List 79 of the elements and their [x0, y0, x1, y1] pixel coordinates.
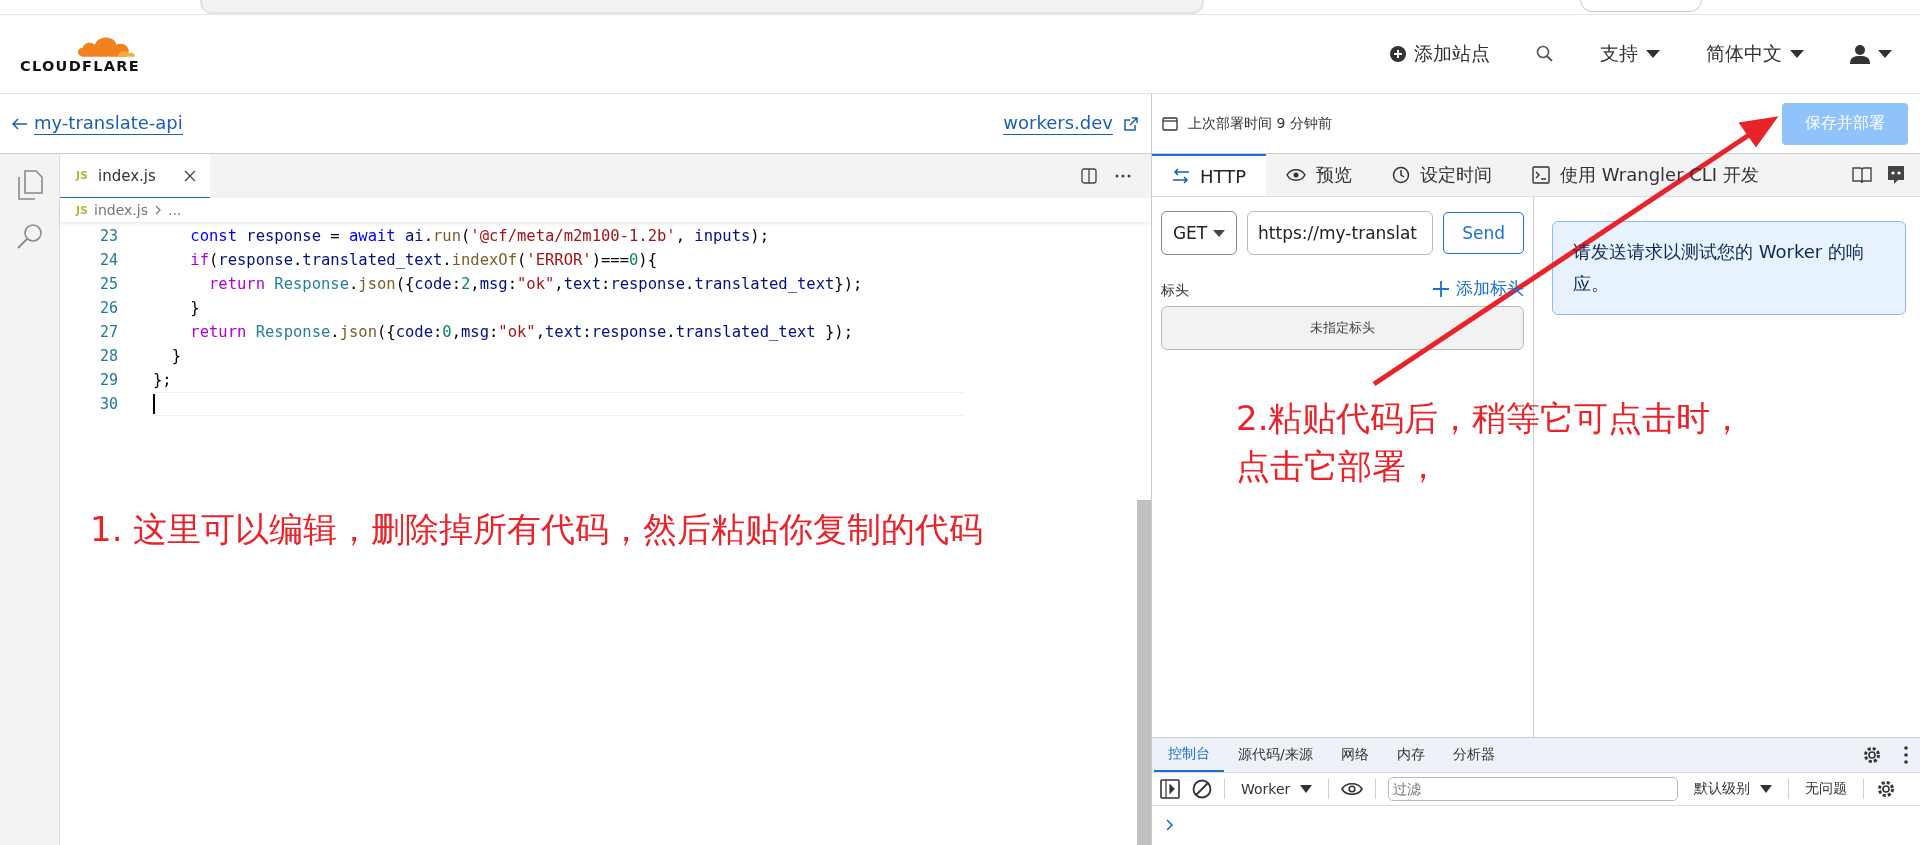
line-number: 26 [98, 299, 118, 317]
eye-icon [1286, 168, 1307, 182]
caret-icon [1790, 50, 1804, 58]
terminal-icon [1532, 166, 1551, 184]
code-line: }; [153, 370, 173, 391]
caret-icon [1300, 785, 1313, 793]
code-line: } [189, 298, 201, 319]
caret-icon [1760, 785, 1773, 793]
tester-tab[interactable]: HTTP [1152, 154, 1267, 196]
close-icon[interactable] [183, 169, 196, 182]
deploy-time: 上次部署时间 9 分钟前 [1162, 114, 1332, 133]
prompt-chevron-icon [1166, 819, 1174, 831]
devtools-tab[interactable]: 内存 [1382, 738, 1439, 772]
arrow-left-icon [12, 117, 28, 130]
annotation-text: 1. 这里可以编辑，删除掉所有代码，然后粘贴你复制的代码 [90, 508, 984, 551]
split-editor-icon[interactable] [1081, 168, 1097, 184]
devtools-tab[interactable]: 源代码/来源 [1224, 738, 1327, 772]
code-line: } [170, 346, 182, 367]
logo-text: CLOUDFLARE [20, 58, 140, 74]
back-link[interactable]: my-translate-api [12, 112, 183, 135]
more-icon[interactable] [1115, 174, 1131, 178]
line-number: 29 [98, 371, 118, 389]
add-site-button[interactable]: 添加站点 [1390, 41, 1490, 67]
clear-console-icon[interactable] [1192, 779, 1212, 799]
line-number: 24 [98, 251, 118, 269]
method-dropdown[interactable]: GET [1161, 211, 1238, 255]
tester-tab[interactable]: 设定时间 [1372, 154, 1513, 196]
menu-dropdown[interactable]: 简体中文 [1706, 41, 1804, 67]
file-tab[interactable]: JS index.js [60, 154, 210, 198]
swap-arrows-icon [1172, 168, 1190, 184]
account-menu[interactable] [1850, 44, 1892, 64]
settings-icon[interactable] [1862, 745, 1882, 765]
annotation-text: 2.粘贴代码后，稍等它可点击时， 点击它部署， [1236, 397, 1745, 488]
line-number: 28 [98, 347, 118, 365]
external-link-icon [1123, 115, 1139, 132]
clock-icon [1392, 166, 1411, 184]
tester-tab[interactable]: 使用 Wrangler CLI 开发 [1512, 154, 1779, 196]
devtools-tab[interactable]: 控制台 [1154, 738, 1224, 772]
menu-dropdown[interactable]: 支持 [1600, 41, 1660, 67]
chat-icon[interactable] [1886, 165, 1906, 185]
workers-dev-link[interactable]: workers.dev [1003, 112, 1139, 135]
code-line: if(response.translated_text.indexOf('ERROR')===0){ [189, 250, 658, 271]
issues-button[interactable]: 无问题 [1801, 780, 1852, 798]
code-line: return Response.json({code:2,msg:"ok",text:response.translated_text}); [208, 274, 864, 295]
sidebar-toggle-icon[interactable] [1160, 779, 1180, 799]
filter-field[interactable]: 过滤 [1388, 777, 1679, 801]
url-field[interactable]: https://my-translat [1247, 211, 1434, 255]
log-level-dropdown[interactable]: 默认级别 [1690, 780, 1777, 798]
caret-icon [1878, 50, 1892, 58]
line-number: 30 [98, 395, 118, 413]
line-number: 25 [98, 275, 118, 293]
line-number: 23 [98, 227, 118, 245]
devtools-tab[interactable]: 分析器 [1438, 738, 1509, 772]
chevron-right-icon [153, 205, 162, 215]
caret-icon [1213, 229, 1226, 237]
search-icon [1536, 45, 1554, 63]
user-icon [1850, 44, 1870, 64]
empty-headers-box: 未指定标头 [1161, 306, 1524, 350]
cloudflare-logo[interactable]: CLOUDFLARE [20, 34, 140, 74]
line-number: 27 [98, 323, 118, 341]
eye-icon[interactable] [1341, 782, 1364, 796]
devtools-tab[interactable]: 网络 [1326, 738, 1383, 772]
code-line: const response = await ai.run('@cf/meta/m2m100-1.2b', inputs); [189, 226, 770, 247]
headers-label: 标头 [1161, 282, 1189, 300]
caret-icon [1646, 50, 1660, 58]
search-icon[interactable] [15, 222, 44, 250]
book-icon[interactable] [1852, 166, 1872, 184]
plus-icon [1432, 279, 1450, 298]
more-vertical-icon[interactable] [1904, 746, 1908, 764]
scrollbar[interactable] [1137, 500, 1151, 845]
breadcrumb[interactable]: JS index.js ... [60, 198, 1151, 222]
send-button[interactable]: Send [1443, 212, 1524, 254]
context-dropdown[interactable]: Worker [1237, 781, 1317, 797]
tester-tab[interactable]: 预览 [1266, 154, 1373, 196]
plus-circle-icon [1390, 46, 1406, 62]
window-icon [1162, 116, 1178, 131]
search-button[interactable] [1536, 45, 1554, 63]
settings-icon[interactable] [1876, 779, 1897, 799]
code-line: return Response.json({code:0,msg:"ok",text:response.translated_text }); [189, 322, 854, 343]
